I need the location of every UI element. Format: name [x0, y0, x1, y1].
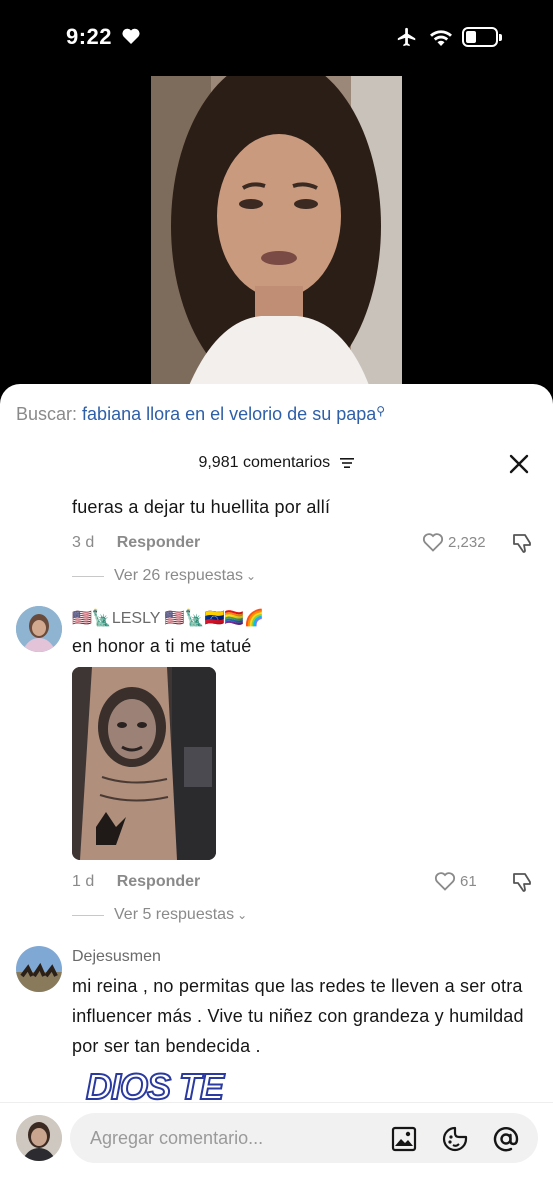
- avatar[interactable]: [16, 946, 62, 992]
- like-count: 61: [460, 872, 477, 890]
- search-label: Buscar:: [16, 404, 78, 424]
- reply-button[interactable]: Responder: [117, 873, 201, 890]
- comment-text: mi reina , no permitas que las redes te …: [72, 976, 524, 1056]
- like-button[interactable]: 61: [434, 871, 477, 891]
- mention-icon[interactable]: [492, 1125, 520, 1153]
- comment-username[interactable]: Dejesusmen: [72, 948, 161, 966]
- video-player[interactable]: [151, 76, 402, 406]
- comments-header: 9,981 comentarios: [0, 454, 553, 472]
- status-bar: 9:22: [0, 0, 553, 76]
- view-replies-label: Ver 5 respuestas: [114, 906, 235, 923]
- chevron-down-icon: ⌄: [237, 908, 248, 922]
- chevron-down-icon: ⌄: [245, 569, 257, 583]
- dislike-icon[interactable]: [511, 871, 533, 893]
- wifi-icon: [430, 30, 452, 46]
- comment-meta: 3 d Responder: [72, 534, 200, 552]
- image-icon[interactable]: [390, 1125, 418, 1153]
- search-icon: ⚲: [376, 404, 386, 418]
- like-count: 2,232: [448, 533, 486, 551]
- search-suggestion[interactable]: Buscar: fabiana llora en el velorio de s…: [16, 404, 385, 425]
- avatar-image: [16, 946, 62, 992]
- like-button[interactable]: 2,232: [422, 532, 486, 552]
- comment-input-container[interactable]: [70, 1113, 538, 1163]
- avatar[interactable]: [16, 606, 62, 652]
- comment-age: 3 d: [72, 534, 95, 551]
- view-replies-button[interactable]: Ver 5 respuestas ⌄: [72, 906, 247, 924]
- comment-text: en honor a ti me tatué: [72, 636, 252, 656]
- reply-button[interactable]: Responder: [117, 534, 201, 551]
- heart-status-icon: [122, 28, 140, 44]
- comment-age: 1 d: [72, 873, 95, 890]
- comment-input[interactable]: [90, 1113, 380, 1163]
- heart-outline-icon: [434, 872, 456, 891]
- search-query-link[interactable]: fabiana llora en el velorio de su papa: [82, 404, 376, 424]
- comments-count: 9,981 comentarios: [198, 454, 331, 471]
- avatar-image: [16, 1115, 62, 1161]
- avatar-image: [16, 606, 62, 652]
- dislike-icon[interactable]: [511, 532, 533, 554]
- comment-username[interactable]: 🇺🇸🗽LESLY 🇺🇸🗽🇻🇪🏳️‍🌈🌈: [72, 608, 264, 628]
- close-icon[interactable]: [507, 452, 531, 476]
- view-replies-label: Ver 26 respuestas: [114, 567, 243, 584]
- comment-text: fueras a dejar tu huellita por allí: [72, 497, 331, 517]
- airplane-mode-icon: [397, 27, 416, 47]
- comment-meta: 1 d Responder: [72, 873, 200, 891]
- comment-composer: [0, 1102, 553, 1200]
- video-frame-image: [151, 76, 402, 406]
- tattoo-photo: [72, 667, 216, 860]
- filter-icon[interactable]: [339, 456, 355, 470]
- comment-attached-image[interactable]: [72, 667, 216, 860]
- emoji-icon[interactable]: [441, 1125, 469, 1153]
- current-user-avatar: [16, 1115, 62, 1161]
- status-time: 9:22: [66, 24, 113, 49]
- view-replies-button[interactable]: Ver 26 respuestas ⌄: [72, 567, 256, 585]
- battery-icon: [462, 27, 502, 47]
- heart-outline-icon: [422, 533, 444, 552]
- comments-sheet: Buscar: fabiana llora en el velorio de s…: [0, 384, 553, 1200]
